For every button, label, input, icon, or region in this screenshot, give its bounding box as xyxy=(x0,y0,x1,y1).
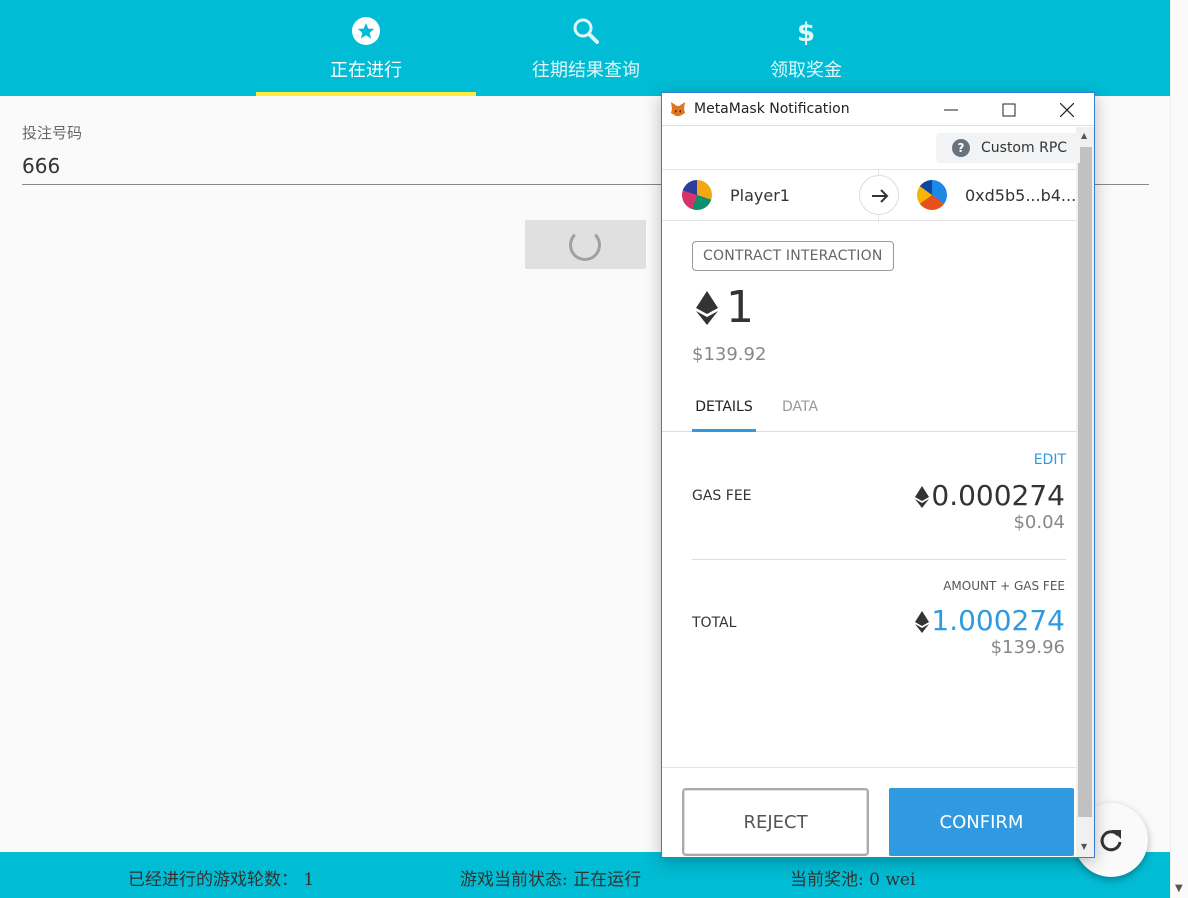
refresh-icon xyxy=(1100,830,1122,852)
scrollbar-thumb[interactable] xyxy=(1078,147,1092,817)
contract-interaction-badge: CONTRACT INTERACTION xyxy=(692,241,894,271)
arrow-right-icon xyxy=(872,189,889,203)
network-selector[interactable]: ? Custom RPC xyxy=(936,133,1080,163)
ethereum-icon xyxy=(915,611,930,633)
to-account-address: 0xd5b5...b4... xyxy=(965,186,1077,205)
tab-ongoing[interactable]: 正在进行 xyxy=(256,0,476,96)
reject-button[interactable]: REJECT xyxy=(682,788,869,856)
send-amount-fiat: $139.92 xyxy=(692,344,767,365)
scroll-down-arrow-icon[interactable]: ▼ xyxy=(1081,842,1087,851)
maximize-icon xyxy=(1002,103,1016,117)
search-icon xyxy=(571,16,601,46)
close-button[interactable] xyxy=(1044,93,1090,126)
tab-ongoing-label: 正在进行 xyxy=(330,60,402,81)
tab-data[interactable]: DATA xyxy=(782,399,818,415)
total-label: TOTAL xyxy=(692,615,737,631)
game-status-text: 游戏当前状态: 正在运行 xyxy=(460,870,642,890)
network-name: Custom RPC xyxy=(981,140,1068,156)
detail-tabs: DETAILS DATA xyxy=(662,389,1076,432)
total-eth: 1.000274 xyxy=(931,604,1065,637)
rounds-count-text: 已经进行的游戏轮数： 1 xyxy=(128,870,315,890)
ethereum-icon xyxy=(915,486,930,508)
account-transfer-row: Player1 0xd5b5...b4... xyxy=(662,169,1077,222)
tab-history-label: 往期结果查询 xyxy=(532,60,640,81)
submit-bet-button-loading[interactable] xyxy=(525,220,646,269)
svg-text:$: $ xyxy=(797,18,815,46)
top-nav-bar: 正在进行 往期结果查询 $ 领取奖金 xyxy=(0,0,1170,96)
tab-claim-prize[interactable]: $ 领取奖金 xyxy=(696,0,916,96)
active-tab-indicator xyxy=(256,92,476,96)
action-buttons: REJECT CONFIRM xyxy=(662,767,1076,857)
window-titlebar: MetaMask Notification xyxy=(662,93,1094,126)
send-amount-value: 1 xyxy=(726,282,754,333)
section-divider xyxy=(692,559,1066,560)
scroll-up-arrow-icon[interactable]: ▲ xyxy=(1081,131,1087,140)
ethereum-icon xyxy=(696,291,718,325)
confirm-button[interactable]: CONFIRM xyxy=(889,788,1074,856)
scroll-down-arrow-icon[interactable]: ▼ xyxy=(1175,883,1183,894)
loading-spinner-icon xyxy=(569,229,601,261)
prize-pool-text: 当前奖池: 0 wei xyxy=(790,870,916,890)
total-value: 1.000274 $139.96 xyxy=(915,604,1065,658)
question-icon: ? xyxy=(952,139,970,157)
total-fiat: $139.96 xyxy=(990,637,1065,658)
window-title: MetaMask Notification xyxy=(694,101,850,117)
tab-history[interactable]: 往期结果查询 xyxy=(476,0,696,96)
maximize-button[interactable] xyxy=(986,93,1032,126)
status-footer: 已经进行的游戏轮数： 1 游戏当前状态: 正在运行 当前奖池: 0 wei xyxy=(0,852,1170,898)
minimize-button[interactable] xyxy=(928,93,974,126)
gas-fee-label: GAS FEE xyxy=(692,488,752,504)
tab-claim-prize-label: 领取奖金 xyxy=(770,60,842,81)
amount-plus-gas-label: AMOUNT + GAS FEE xyxy=(943,579,1065,593)
from-account-avatar xyxy=(682,180,712,210)
gas-fee-value: 0.000274 $0.04 xyxy=(915,479,1065,533)
minimize-icon xyxy=(944,109,958,111)
star-circle-icon xyxy=(351,16,381,46)
close-icon xyxy=(1060,103,1074,117)
edit-gas-link[interactable]: EDIT xyxy=(1002,452,1066,468)
tab-details[interactable]: DETAILS xyxy=(692,399,756,432)
transfer-arrow xyxy=(859,175,899,215)
metamask-fox-icon xyxy=(670,101,686,121)
metamask-notification-window: MetaMask Notification ▲ ▼ ? Custom RPC P… xyxy=(661,92,1095,858)
bet-number-label: 投注号码 xyxy=(22,124,83,142)
to-account-avatar xyxy=(917,180,947,210)
dollar-icon: $ xyxy=(791,16,821,48)
from-account-name: Player1 xyxy=(730,186,790,205)
popup-scrollbar[interactable]: ▲ ▼ xyxy=(1076,127,1094,857)
gas-fee-eth: 0.000274 xyxy=(931,479,1065,512)
gas-fee-fiat: $0.04 xyxy=(1013,512,1065,533)
page-scrollbar[interactable]: ▼ xyxy=(1170,0,1188,898)
